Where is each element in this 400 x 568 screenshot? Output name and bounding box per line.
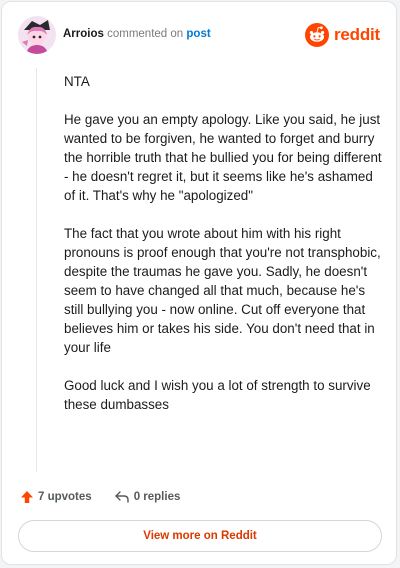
comment-header: Arroios commented on post reddit (2, 2, 396, 68)
comment-actions: 7 upvotes 0 replies (20, 488, 180, 506)
comment-paragraph: Good luck and I wish you a lot of streng… (64, 378, 371, 412)
post-link[interactable]: post (186, 28, 210, 40)
author-name[interactable]: Arroios (63, 28, 104, 40)
reply-count: 0 replies (133, 491, 181, 503)
upvote-count: 7 upvotes (38, 491, 92, 503)
avatar[interactable] (18, 16, 56, 54)
reply-arrow-icon (114, 491, 129, 503)
reddit-wordmark: reddit (333, 25, 380, 44)
view-more-button[interactable]: View more on Reddit (18, 520, 382, 552)
byline: Arroios commented on post (63, 28, 211, 40)
comment-paragraph: He gave you an empty apology. Like you s… (64, 112, 382, 203)
comment-body: NTA He gave you an empty apology. Like y… (64, 72, 382, 433)
avatar-image (18, 16, 56, 54)
upvote-arrow-icon (21, 491, 33, 503)
comment-paragraph: NTA (64, 74, 90, 89)
comment-paragraph: The fact that you wrote about him with h… (64, 226, 381, 355)
comment-embed-card: Arroios commented on post reddit NTA He … (1, 1, 397, 565)
reddit-logo-icon (304, 23, 329, 47)
reddit-logo[interactable]: reddit (304, 22, 380, 48)
byline-action: commented on (107, 28, 184, 40)
reply-button[interactable]: 0 replies (114, 490, 181, 504)
thread-line (36, 68, 37, 472)
upvote-button[interactable]: 7 upvotes (20, 490, 92, 504)
